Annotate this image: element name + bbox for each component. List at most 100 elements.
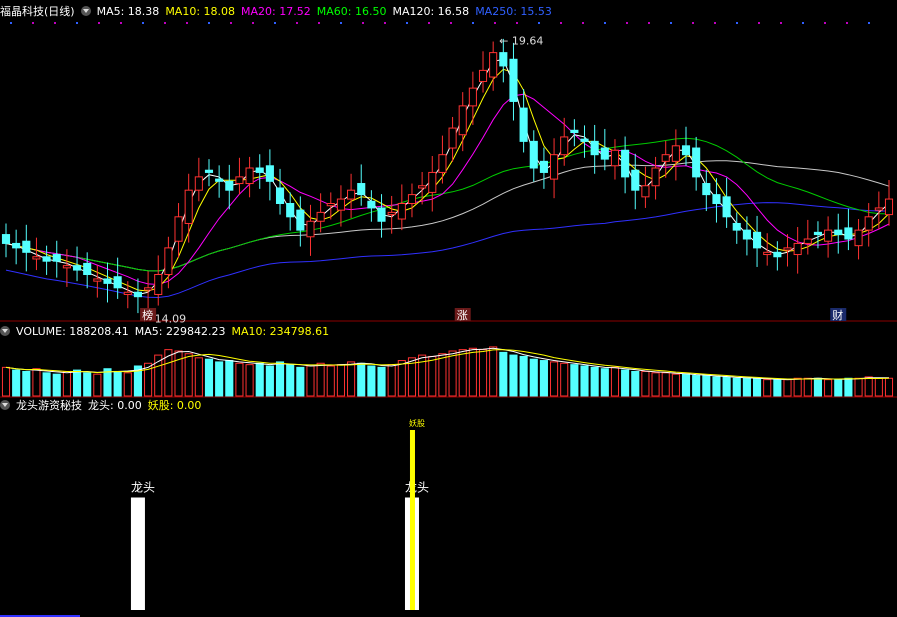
volume-bar (529, 358, 538, 397)
candle-body (397, 203, 406, 220)
header-dot (736, 22, 738, 24)
header-dot (582, 22, 584, 24)
volume-bar (42, 372, 51, 397)
volume-bar (854, 377, 863, 397)
volume-bar (235, 362, 244, 397)
volume-bar (560, 362, 569, 397)
volume-bar (834, 379, 843, 397)
ma120-line (5, 160, 890, 272)
volume-bar (570, 364, 579, 397)
volume-bar (377, 366, 386, 397)
longtou-bar-0 (130, 497, 145, 610)
volume-bar (62, 370, 71, 397)
volume-bar (824, 379, 833, 397)
candle-body (783, 247, 792, 251)
candle-body (661, 154, 670, 162)
candle-body (93, 278, 102, 282)
volume-bar (215, 361, 224, 397)
volume-bar (509, 354, 518, 397)
candle-body (600, 147, 609, 160)
header-dot (472, 22, 474, 24)
volume-bar (641, 370, 650, 397)
volume-bar (438, 353, 447, 397)
candle-body (763, 251, 772, 256)
volume-bar (458, 349, 467, 397)
header-dot (824, 22, 826, 24)
volume-bar (225, 360, 234, 397)
ma-label-0: MA5: 18.38 (96, 5, 160, 18)
volume-bar (692, 375, 701, 397)
candle-body (12, 242, 21, 249)
header-dot (780, 22, 782, 24)
volume-bar (326, 365, 335, 397)
header-dot (516, 22, 518, 24)
candle-body (133, 291, 142, 298)
volume-bar (245, 364, 254, 397)
candle-body (225, 180, 234, 191)
volume-bar (164, 349, 173, 397)
candle-body (255, 167, 264, 173)
high-price-label: ← 19.64 (499, 35, 543, 48)
candle-body (550, 154, 559, 180)
ma-labels: MA5: 18.38 MA10: 18.08 MA20: 17.52 MA60: 16… (97, 5, 558, 18)
candle-body (113, 276, 122, 289)
volume-bar (468, 347, 477, 397)
volume-dropdown-icon[interactable] (0, 326, 10, 336)
volume-bar (783, 379, 792, 397)
dropdown-icon[interactable] (80, 6, 91, 16)
candle-body (336, 198, 345, 211)
volume-bar (103, 368, 112, 397)
volume-bar (681, 373, 691, 397)
header-dot (802, 22, 804, 24)
candle-body (610, 149, 620, 167)
yaogu-bar-0 (409, 430, 415, 610)
volume-bar (712, 376, 721, 397)
volume-bar (316, 362, 325, 397)
candle-body (621, 149, 630, 178)
volume-bar (387, 364, 396, 397)
candle-body (367, 200, 376, 209)
volume-bar (813, 377, 823, 397)
volume-bar (12, 369, 21, 397)
candle-body (844, 227, 853, 240)
header-dot (626, 22, 628, 24)
volume-header: VOLUME: 188208.41 MA5: 229842.23 MA10: 234… (0, 325, 341, 339)
volume-bar (651, 372, 660, 397)
volume-bar (732, 377, 741, 397)
indicator-labels: 龙头游资秘技 龙头: 0.00 妖股: 0.00 (16, 399, 207, 412)
volume-bar (600, 368, 609, 397)
volume-bar (661, 372, 670, 397)
volume-bar (1, 366, 11, 397)
header-dot (208, 22, 210, 24)
header-dot (494, 22, 496, 24)
ma-label-1: MA10: 18.08 (165, 5, 236, 18)
candle-body (570, 129, 579, 133)
candle-body (428, 171, 437, 193)
candle-body (560, 136, 569, 156)
header-dot (230, 22, 232, 24)
event-marker-0: 榜 (142, 308, 153, 322)
volume-bar (357, 362, 366, 397)
event-marker-2: 财 (832, 308, 843, 322)
volume-bar (113, 370, 122, 397)
volume-bar (347, 361, 356, 397)
candle-body (884, 198, 894, 216)
volume-bar (52, 373, 61, 397)
candle-body (803, 238, 812, 244)
volume-bar (296, 366, 305, 397)
candle-body (590, 140, 599, 156)
candle-body (235, 176, 244, 185)
candle-body (742, 229, 751, 240)
candle-body (692, 147, 701, 178)
candle-body (773, 251, 782, 258)
candle-body (174, 216, 183, 242)
candle-body (407, 194, 417, 204)
indicator-dropdown-icon[interactable] (0, 400, 10, 410)
candle-body (42, 256, 51, 262)
candle-body (489, 52, 498, 78)
indicator-label-2: 妖股: 0.00 (147, 399, 202, 412)
candle-body (753, 231, 762, 249)
volume-bar (448, 350, 457, 397)
volume-label-2: MA10: 234798.61 (231, 325, 330, 338)
header-dot (758, 22, 760, 24)
